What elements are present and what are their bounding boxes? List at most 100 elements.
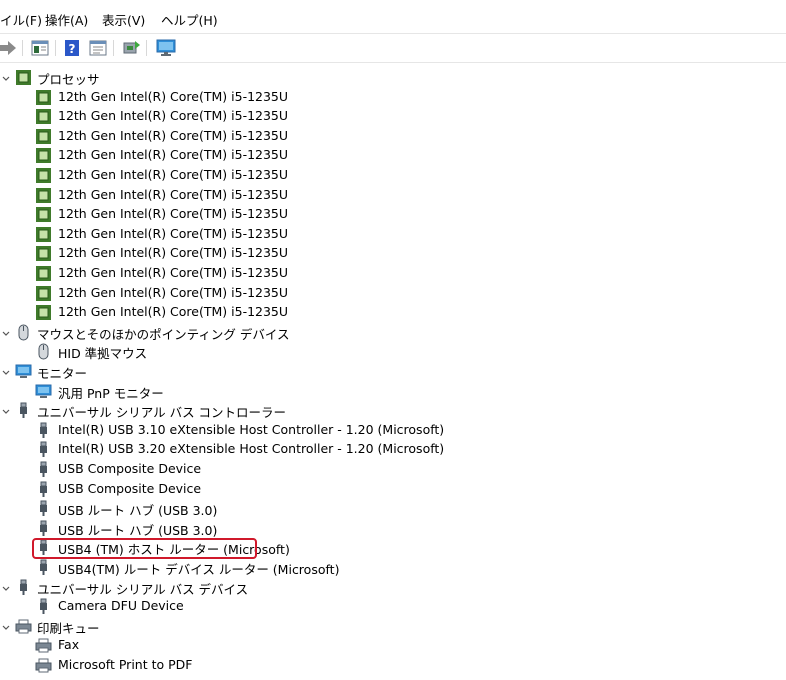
monitor-icon <box>35 383 52 400</box>
device-item[interactable]: 12th Gen Intel(R) Core(TM) i5-1235U <box>0 107 786 127</box>
device-item[interactable]: 12th Gen Intel(R) Core(TM) i5-1235U <box>0 244 786 264</box>
device-item[interactable]: Intel(R) USB 3.20 eXtensible Host Contro… <box>0 440 786 460</box>
device-label: 12th Gen Intel(R) Core(TM) i5-1235U <box>58 127 289 143</box>
printer-icon <box>35 657 52 674</box>
device-item[interactable]: 12th Gen Intel(R) Core(TM) i5-1235U <box>0 127 786 147</box>
category-label: 印刷キュー <box>37 620 100 636</box>
usb-icon <box>35 598 52 615</box>
device-label: USB4(TM) ルート デバイス ルーター (Microsoft) <box>58 562 340 577</box>
category-label: ユニバーサル シリアル バス デバイス <box>37 581 249 597</box>
category-label: モニター <box>37 366 88 381</box>
device-item[interactable]: 12th Gen Intel(R) Core(TM) i5-1235U <box>0 88 786 108</box>
device-label: 12th Gen Intel(R) Core(TM) i5-1235U <box>58 304 289 320</box>
category-processors[interactable]: プロセッサ <box>0 68 786 88</box>
printer-icon <box>15 618 32 635</box>
device-label: HID 準拠マウス <box>58 346 148 362</box>
device-label: 12th Gen Intel(R) Core(TM) i5-1235U <box>58 225 289 241</box>
properties-icon[interactable] <box>30 39 50 57</box>
category-label: プロセッサ <box>37 72 100 87</box>
usb-icon <box>35 559 52 576</box>
processor-icon <box>35 285 52 302</box>
update-driver-icon[interactable] <box>121 39 141 57</box>
toolbar-separator <box>146 40 147 56</box>
device-label: 12th Gen Intel(R) Core(TM) i5-1235U <box>58 245 289 261</box>
chevron-down-icon[interactable] <box>2 621 10 631</box>
device-item[interactable]: 12th Gen Intel(R) Core(TM) i5-1235U <box>0 225 786 245</box>
category-mice[interactable]: マウスとそのほかのポインティング デバイス <box>0 323 786 343</box>
device-item[interactable]: USB4(TM) ルート デバイス ルーター (Microsoft) <box>0 558 786 578</box>
processor-icon <box>35 265 52 282</box>
processor-icon <box>35 187 52 204</box>
device-item[interactable]: USB ルート ハブ (USB 3.0) <box>0 499 786 519</box>
processor-icon <box>35 167 52 184</box>
device-item[interactable]: HID 準拠マウス <box>0 342 786 362</box>
category-usb-devices[interactable]: ユニバーサル シリアル バス デバイス <box>0 578 786 598</box>
view-icon[interactable] <box>88 39 108 57</box>
menu-view[interactable]: 表示(V) <box>102 10 145 29</box>
printer-icon <box>35 637 52 654</box>
usb-icon <box>35 422 52 439</box>
device-label: 12th Gen Intel(R) Core(TM) i5-1235U <box>58 186 289 202</box>
processor-icon <box>35 245 52 262</box>
processor-icon <box>35 89 52 106</box>
usb-icon <box>35 461 52 478</box>
chevron-down-icon[interactable] <box>2 366 10 376</box>
category-print-queues[interactable]: 印刷キュー <box>0 617 786 637</box>
device-item[interactable]: 12th Gen Intel(R) Core(TM) i5-1235U <box>0 264 786 284</box>
device-label: USB ルート ハブ (USB 3.0) <box>58 522 218 538</box>
processor-icon <box>35 108 52 125</box>
device-item[interactable]: 12th Gen Intel(R) Core(TM) i5-1235U <box>0 303 786 323</box>
toolbar-separator <box>113 40 114 56</box>
device-item[interactable]: Microsoft Print to PDF <box>0 656 786 676</box>
device-label: 12th Gen Intel(R) Core(TM) i5-1235U <box>58 147 289 163</box>
device-item[interactable]: 12th Gen Intel(R) Core(TM) i5-1235U <box>0 166 786 186</box>
device-label: Intel(R) USB 3.10 eXtensible Host Contro… <box>58 421 445 437</box>
device-item[interactable]: USB ルート ハブ (USB 3.0) <box>0 519 786 539</box>
device-item[interactable]: Camera DFU Device <box>0 597 786 617</box>
usb-icon <box>15 402 32 419</box>
processor-icon <box>35 147 52 164</box>
usb-icon <box>35 500 52 517</box>
device-label: 12th Gen Intel(R) Core(TM) i5-1235U <box>58 167 289 182</box>
device-item[interactable]: 12th Gen Intel(R) Core(TM) i5-1235U <box>0 146 786 166</box>
category-usb-controllers[interactable]: ユニバーサル シリアル バス コントローラー <box>0 401 786 421</box>
device-item[interactable]: 12th Gen Intel(R) Core(TM) i5-1235U <box>0 186 786 206</box>
svg-text:?: ? <box>69 42 76 56</box>
device-item[interactable]: 汎用 PnP モニター <box>0 382 786 402</box>
processor-icon <box>35 226 52 243</box>
highlight-box <box>32 538 257 559</box>
device-item[interactable]: Fax <box>0 636 786 656</box>
device-label: 12th Gen Intel(R) Core(TM) i5-1235U <box>58 265 289 280</box>
device-label: USB ルート ハブ (USB 3.0) <box>58 503 218 519</box>
forward-arrow-icon[interactable] <box>0 39 20 57</box>
device-label: Microsoft Print to PDF <box>58 657 193 672</box>
menu-help[interactable]: ヘルプ(H) <box>161 10 218 29</box>
device-label: Intel(R) USB 3.20 eXtensible Host Contro… <box>58 441 445 457</box>
device-item[interactable]: 12th Gen Intel(R) Core(TM) i5-1235U <box>0 284 786 304</box>
device-item[interactable]: Intel(R) USB 3.10 eXtensible Host Contro… <box>0 421 786 441</box>
menu-action[interactable]: 操作(A) <box>45 10 88 29</box>
device-label: USB Composite Device <box>58 480 202 496</box>
scan-hardware-icon[interactable] <box>155 39 176 57</box>
device-item[interactable]: USB Composite Device <box>0 480 786 500</box>
toolbar-separator <box>55 40 56 56</box>
category-monitors[interactable]: モニター <box>0 362 786 382</box>
processor-icon <box>35 206 52 223</box>
device-label: Camera DFU Device <box>58 598 184 614</box>
help-icon[interactable]: ? <box>63 39 83 57</box>
device-label: 12th Gen Intel(R) Core(TM) i5-1235U <box>58 284 289 300</box>
device-item[interactable]: 12th Gen Intel(R) Core(TM) i5-1235U <box>0 205 786 225</box>
device-item[interactable]: USB Composite Device <box>0 460 786 480</box>
mouse-icon <box>15 324 32 341</box>
chevron-down-icon[interactable] <box>2 582 10 592</box>
chevron-down-icon[interactable] <box>2 405 10 415</box>
chevron-down-icon[interactable] <box>2 327 10 337</box>
toolbar: ? <box>0 33 786 63</box>
device-label: 12th Gen Intel(R) Core(TM) i5-1235U <box>58 206 289 222</box>
device-label: USB Composite Device <box>58 461 202 476</box>
chevron-down-icon[interactable] <box>2 72 10 82</box>
menu-file[interactable]: イル(F) <box>0 10 42 29</box>
device-label: 12th Gen Intel(R) Core(TM) i5-1235U <box>58 108 289 124</box>
processor-icon <box>35 128 52 145</box>
category-label: ユニバーサル シリアル バス コントローラー <box>37 405 287 421</box>
